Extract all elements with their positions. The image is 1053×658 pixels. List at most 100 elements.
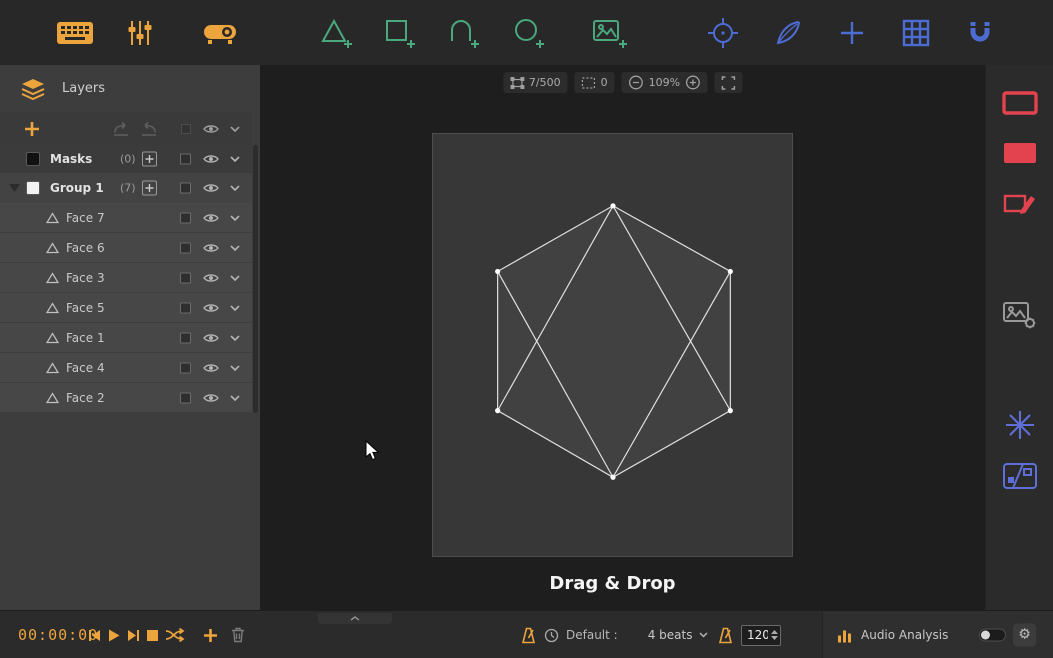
layers-stack-icon <box>20 78 46 100</box>
sequence-actions <box>203 611 245 658</box>
layer-checkbox[interactable] <box>180 302 191 313</box>
layer-visibility-eye-icon[interactable] <box>203 362 219 373</box>
layer-chevron-icon[interactable] <box>230 365 240 371</box>
add-mask-button[interactable] <box>142 152 157 167</box>
layer-checkbox[interactable] <box>180 362 191 373</box>
shuffle-button[interactable] <box>165 628 186 642</box>
add-circle-button[interactable] <box>509 13 549 53</box>
media-settings-button[interactable] <box>999 297 1041 333</box>
layer-chevron-icon[interactable] <box>230 215 240 221</box>
hexagon-faces-shape[interactable] <box>433 134 792 556</box>
zoom-out-icon[interactable] <box>629 75 644 90</box>
group-visibility-eye-icon[interactable] <box>203 183 219 194</box>
layer-visibility-eye-icon[interactable] <box>203 212 219 223</box>
layer-visibility-eye-icon[interactable] <box>203 332 219 343</box>
layer-row-masks[interactable]: Masks (0) <box>0 145 252 173</box>
layer-label: Face 6 <box>66 241 105 255</box>
skip-end-icon <box>127 629 140 642</box>
metronome-icon <box>718 627 733 644</box>
add-point-button[interactable] <box>832 13 872 53</box>
visibility-all-eye-icon[interactable] <box>203 123 219 134</box>
play-button[interactable] <box>108 629 120 642</box>
masks-checkbox[interactable] <box>180 154 191 165</box>
transport-controls <box>88 611 186 658</box>
bpm-input[interactable] <box>742 626 768 645</box>
grid-button[interactable] <box>896 13 936 53</box>
freeform-tool-button[interactable] <box>768 13 808 53</box>
layer-row-face[interactable]: Face 1 <box>0 323 252 353</box>
layer-label: Face 5 <box>66 301 105 315</box>
draw-shape-button[interactable] <box>999 186 1041 222</box>
stop-button[interactable] <box>147 630 158 641</box>
reorder-up-button[interactable] <box>140 121 158 136</box>
group-color-swatch[interactable] <box>26 181 40 195</box>
layer-checkbox[interactable] <box>180 332 191 343</box>
skip-start-button[interactable] <box>88 629 101 642</box>
delete-sequence-button[interactable] <box>231 627 245 643</box>
center-target-button[interactable] <box>703 13 743 53</box>
triangle-shape-icon <box>46 212 59 223</box>
layer-row-face[interactable]: Face 2 <box>0 383 252 413</box>
layer-chevron-icon[interactable] <box>230 305 240 311</box>
skip-end-button[interactable] <box>127 629 140 642</box>
timecode-display: 00:00:00 <box>18 626 98 644</box>
output-mix-button[interactable] <box>999 458 1041 494</box>
zoom-in-icon[interactable] <box>685 75 700 90</box>
outline-style-button[interactable] <box>999 85 1041 121</box>
masks-visibility-eye-icon[interactable] <box>203 154 219 165</box>
effects-button[interactable] <box>999 407 1041 443</box>
add-triangle-button[interactable] <box>317 13 357 53</box>
audio-settings-button[interactable]: ⚙ <box>1013 623 1036 646</box>
add-layer-button[interactable] <box>24 121 40 137</box>
beats-dropdown[interactable]: 4 beats <box>648 628 709 642</box>
canvas-area[interactable]: 7/500 0 109% <box>260 65 985 610</box>
layer-row-face[interactable]: Face 3 <box>0 263 252 293</box>
layer-visibility-eye-icon[interactable] <box>203 272 219 283</box>
layer-chevron-icon[interactable] <box>230 245 240 251</box>
stepper-up-icon[interactable] <box>771 630 778 634</box>
group-checkbox[interactable] <box>180 183 191 194</box>
add-to-group-button[interactable] <box>142 181 157 196</box>
add-sequence-button[interactable] <box>203 628 218 643</box>
keyboard-icon <box>55 19 95 47</box>
layer-visibility-eye-icon[interactable] <box>203 242 219 253</box>
snap-magnet-button[interactable] <box>960 13 1000 53</box>
bpm-steppers[interactable] <box>771 626 778 645</box>
layer-checkbox[interactable] <box>180 392 191 403</box>
layers-scrollbar[interactable] <box>253 145 258 413</box>
layer-checkbox[interactable] <box>180 212 191 223</box>
fill-style-button[interactable] <box>999 135 1041 171</box>
layer-chevron-icon[interactable] <box>230 335 240 341</box>
add-rectangle-button[interactable] <box>380 13 420 53</box>
layer-row-face[interactable]: Face 5 <box>0 293 252 323</box>
layer-row-face[interactable]: Face 4 <box>0 353 252 383</box>
controls-button[interactable] <box>120 13 160 53</box>
layer-row-face[interactable]: Face 6 <box>0 233 252 263</box>
select-all-checkbox[interactable] <box>181 124 191 134</box>
add-image-button[interactable] <box>590 13 630 53</box>
add-arch-button[interactable] <box>444 13 484 53</box>
layer-row-face[interactable]: Face 7 <box>0 203 252 233</box>
keyboard-shortcuts-button[interactable] <box>55 13 95 53</box>
layer-visibility-eye-icon[interactable] <box>203 392 219 403</box>
projector-output-button[interactable] <box>200 13 240 53</box>
layer-row-group[interactable]: Group 1 (7) <box>0 173 252 203</box>
reorder-down-button[interactable] <box>112 121 130 136</box>
stepper-down-icon[interactable] <box>771 636 778 640</box>
timeline-collapse-handle[interactable] <box>318 613 392 624</box>
collapse-all-chevron-icon[interactable] <box>230 126 240 132</box>
chevron-down-icon <box>699 632 708 638</box>
group-chevron-icon[interactable] <box>230 185 240 191</box>
masks-color-swatch[interactable] <box>26 152 40 166</box>
trash-icon <box>231 627 245 643</box>
fit-view-button[interactable] <box>714 72 742 93</box>
layer-checkbox[interactable] <box>180 272 191 283</box>
audio-analysis-toggle[interactable] <box>979 628 1006 641</box>
projection-surface[interactable] <box>432 133 793 557</box>
layer-checkbox[interactable] <box>180 242 191 253</box>
layer-chevron-icon[interactable] <box>230 275 240 281</box>
group-expand-caret-icon[interactable] <box>9 184 20 192</box>
layer-chevron-icon[interactable] <box>230 395 240 401</box>
layer-visibility-eye-icon[interactable] <box>203 302 219 313</box>
masks-chevron-icon[interactable] <box>230 156 240 162</box>
